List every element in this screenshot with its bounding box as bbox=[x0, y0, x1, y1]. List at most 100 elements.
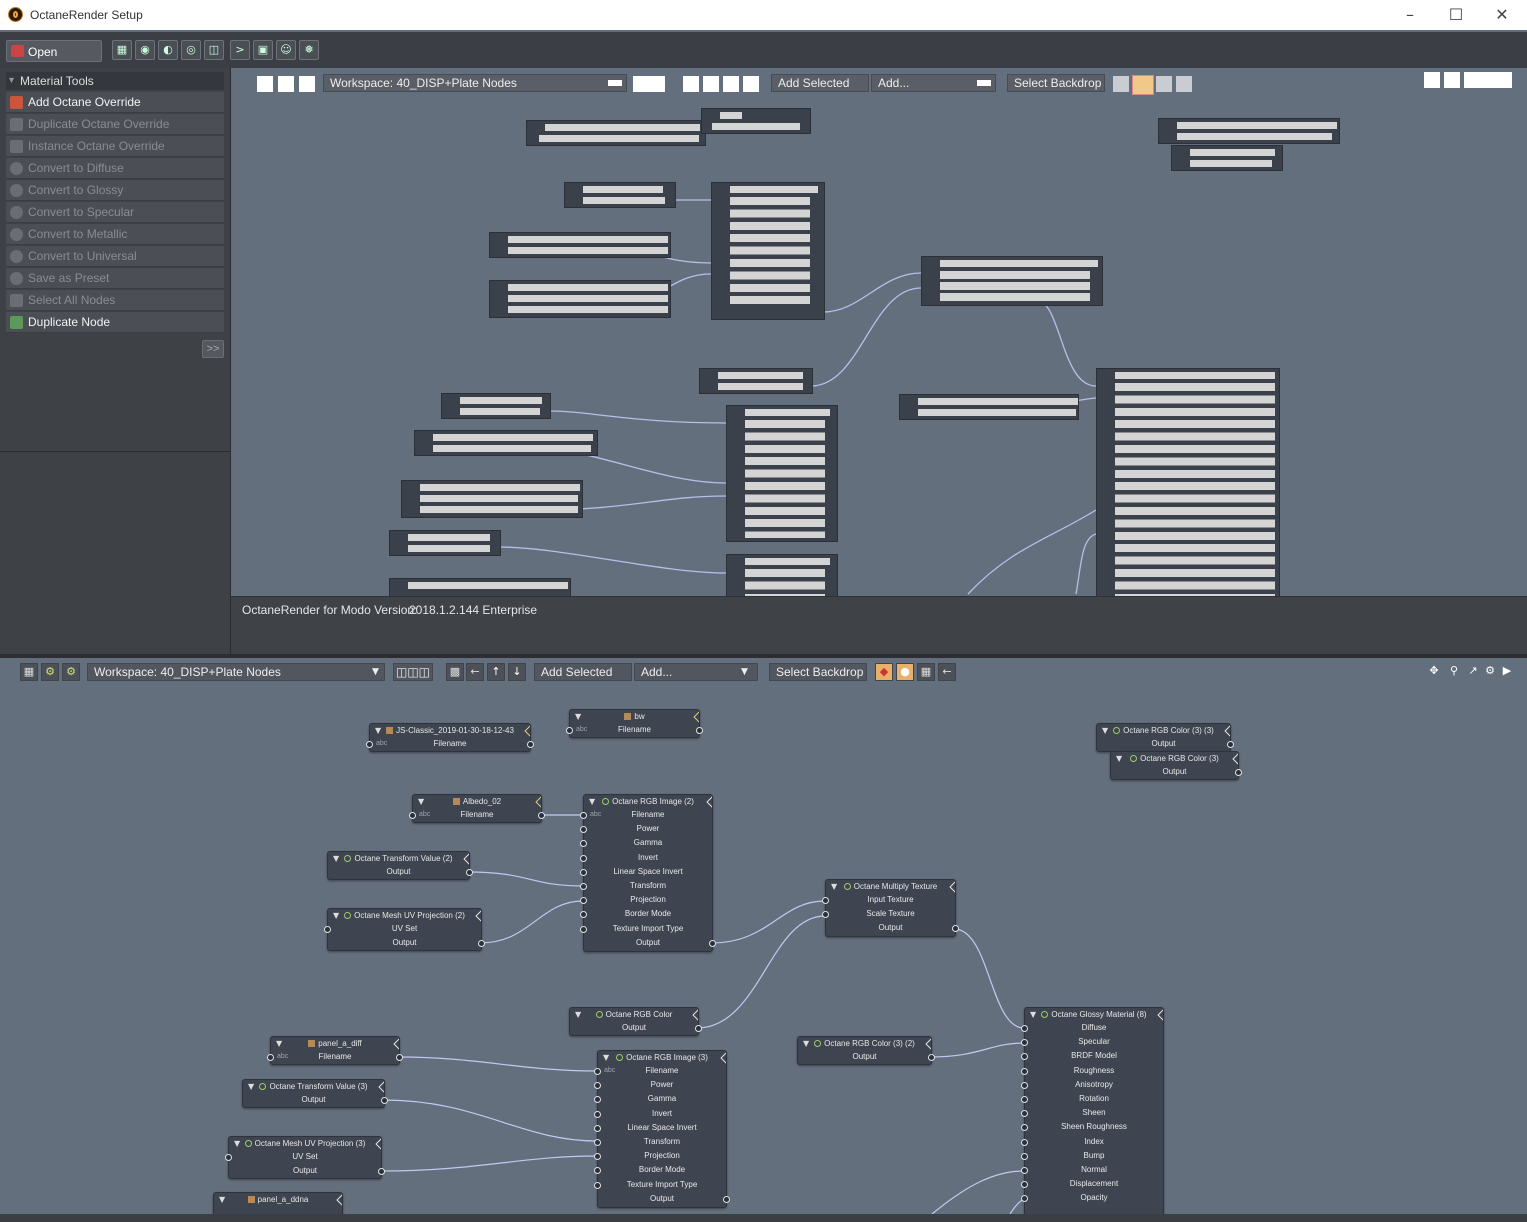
pan-icon[interactable] bbox=[1424, 72, 1440, 88]
collapse-icon[interactable]: ▼ bbox=[333, 909, 339, 922]
output-diamond-icon[interactable] bbox=[524, 725, 530, 737]
node-transform-value-2[interactable]: ▼ Octane Transform Value (2) Output bbox=[327, 851, 473, 880]
up-arrow-icon[interactable] bbox=[723, 76, 739, 92]
node-mini[interactable] bbox=[489, 232, 671, 258]
input-port[interactable] bbox=[1021, 1138, 1028, 1146]
output-port[interactable] bbox=[723, 1195, 730, 1203]
input-port[interactable] bbox=[409, 812, 416, 819]
add-octane-override-button[interactable]: Add Octane Override bbox=[6, 92, 224, 113]
output-port[interactable] bbox=[928, 1054, 935, 1061]
collapse-icon[interactable]: ▼ bbox=[276, 1037, 282, 1050]
node-mini[interactable] bbox=[726, 554, 838, 596]
node-mini[interactable] bbox=[699, 368, 813, 394]
input-port[interactable] bbox=[580, 911, 587, 919]
node-mini[interactable] bbox=[564, 182, 676, 208]
input-port[interactable] bbox=[1021, 1166, 1028, 1174]
add-selected-button[interactable]: Add Selected bbox=[771, 74, 869, 92]
duplicate-octane-override-button[interactable]: Duplicate Octane Override bbox=[6, 114, 224, 135]
output-port[interactable] bbox=[466, 869, 473, 876]
input-port[interactable] bbox=[594, 1110, 601, 1118]
left-arrow-icon[interactable]: ← bbox=[466, 663, 484, 681]
settings-icon[interactable]: ⚙ bbox=[62, 663, 80, 681]
node-mini[interactable] bbox=[726, 405, 838, 542]
input-port[interactable] bbox=[580, 897, 587, 905]
node-mini[interactable] bbox=[711, 182, 825, 320]
input-port[interactable] bbox=[324, 926, 331, 933]
input-port[interactable] bbox=[1021, 1067, 1028, 1075]
input-port[interactable] bbox=[566, 727, 573, 734]
node-bw-image[interactable]: ▼ bw abc Filename bbox=[566, 709, 703, 738]
node-header[interactable]: ▼ Octane RGB Color (3) bbox=[1111, 752, 1238, 765]
node-mini[interactable] bbox=[701, 108, 811, 134]
node-multiply-texture[interactable]: ▼ Octane Multiply Texture Input Texture S… bbox=[822, 879, 959, 937]
input-port[interactable] bbox=[1021, 1124, 1028, 1132]
output-diamond-icon[interactable] bbox=[720, 1052, 726, 1064]
layout-grid-icon[interactable]: ◫◫◫ bbox=[393, 663, 433, 681]
snap-icon[interactable]: ← bbox=[938, 663, 956, 681]
input-port[interactable] bbox=[1021, 1039, 1028, 1047]
input-port[interactable] bbox=[594, 1153, 601, 1161]
node-mini[interactable] bbox=[441, 393, 551, 419]
play-icon[interactable]: ▶ bbox=[1498, 663, 1516, 681]
render-window-icon[interactable]: ▣ bbox=[253, 40, 273, 60]
expand-button[interactable]: >> bbox=[202, 340, 224, 358]
input-port[interactable] bbox=[594, 1068, 601, 1075]
input-port[interactable] bbox=[580, 868, 587, 876]
collapse-icon[interactable]: ▼ bbox=[248, 1080, 254, 1093]
convert-to-metallic-button[interactable]: Convert to Metallic bbox=[6, 224, 224, 245]
save-as-preset-button[interactable]: Save as Preset bbox=[6, 268, 224, 289]
input-port[interactable] bbox=[1021, 1110, 1028, 1118]
output-diamond-icon[interactable] bbox=[475, 910, 481, 922]
node-graph-icon[interactable]: ▦ bbox=[20, 663, 38, 681]
maximize-icon[interactable]: ☐ bbox=[1433, 0, 1479, 30]
input-port[interactable] bbox=[580, 882, 587, 890]
output-port[interactable] bbox=[1227, 741, 1234, 748]
node-header[interactable]: ▼ Octane Transform Value (2) bbox=[328, 852, 469, 865]
fit-view-icon[interactable]: ↗ bbox=[1464, 663, 1482, 681]
render-settings-icon[interactable]: ◎ bbox=[181, 40, 201, 60]
material-icon[interactable]: ◐ bbox=[158, 40, 178, 60]
input-port[interactable] bbox=[1021, 1152, 1028, 1160]
node-mini[interactable] bbox=[401, 480, 583, 518]
zoom-icon[interactable] bbox=[1444, 72, 1460, 88]
search-icon[interactable]: ⚲ bbox=[1445, 663, 1463, 681]
input-port[interactable] bbox=[594, 1138, 601, 1146]
convert-to-universal-button[interactable]: Convert to Universal bbox=[6, 246, 224, 267]
node-rgb-color-3-2[interactable]: ▼ Octane RGB Color (3) (2) Output bbox=[797, 1036, 935, 1065]
input-port[interactable] bbox=[822, 897, 829, 904]
collapse-icon[interactable]: ▼ bbox=[1030, 1008, 1036, 1021]
output-port[interactable] bbox=[695, 1025, 702, 1032]
collapse-icon[interactable]: ▼ bbox=[375, 724, 381, 737]
node-header[interactable]: ▼ Octane Mesh UV Projection (2) bbox=[328, 909, 481, 922]
input-port[interactable] bbox=[1021, 1053, 1028, 1061]
node-mini[interactable] bbox=[489, 280, 671, 318]
layers-icon[interactable]: ◫ bbox=[204, 40, 224, 60]
output-port[interactable] bbox=[538, 812, 545, 819]
view-icon[interactable] bbox=[257, 76, 273, 92]
collapse-icon[interactable]: ▼ bbox=[831, 880, 837, 893]
collapse-icon[interactable]: ▼ bbox=[1116, 752, 1122, 765]
add-node-select[interactable]: Add... bbox=[871, 74, 996, 92]
input-port[interactable] bbox=[267, 1054, 274, 1061]
node-header[interactable]: ▼ panel_a_diff bbox=[271, 1037, 399, 1050]
output-diamond-icon[interactable] bbox=[463, 853, 469, 865]
collapse-icon[interactable]: ▼ bbox=[1102, 724, 1108, 737]
input-port[interactable] bbox=[225, 1154, 232, 1161]
output-diamond-icon[interactable] bbox=[375, 1138, 381, 1150]
gear-refresh-icon[interactable]: ⚙ bbox=[41, 663, 59, 681]
input-port[interactable] bbox=[1021, 1181, 1028, 1189]
node-header[interactable]: ▼ Octane Transform Value (3) bbox=[243, 1080, 384, 1093]
node-header[interactable]: ▼ JS-Classic_2019-01-30-18-12-43 bbox=[370, 724, 530, 737]
up-arrow-icon[interactable]: ↑ bbox=[487, 663, 505, 681]
gear-icon[interactable]: ⚙ bbox=[1481, 663, 1499, 681]
node-rgb-color-3[interactable]: ▼ Octane RGB Color (3) Output bbox=[1110, 751, 1242, 780]
node-panel-a-diff-image[interactable]: ▼ panel_a_diff abc Filename bbox=[267, 1036, 403, 1065]
left-arrow-icon[interactable] bbox=[703, 76, 719, 92]
input-port[interactable] bbox=[580, 826, 587, 834]
node-mini[interactable] bbox=[1171, 145, 1283, 171]
node-header[interactable]: ▼ bw bbox=[570, 710, 699, 723]
view-icon[interactable] bbox=[299, 76, 315, 92]
input-port[interactable] bbox=[1021, 1195, 1028, 1203]
input-port[interactable] bbox=[580, 840, 587, 848]
node-mesh-uv-projection-2[interactable]: ▼ Octane Mesh UV Projection (2) UV Set Ou… bbox=[324, 908, 485, 951]
